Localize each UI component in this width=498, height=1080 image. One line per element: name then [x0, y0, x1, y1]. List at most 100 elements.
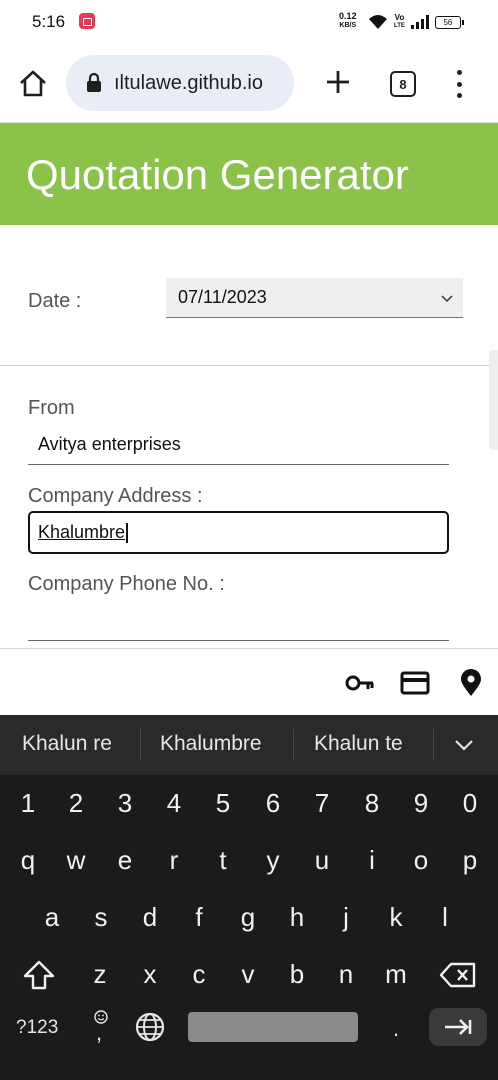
key-y[interactable]: y	[251, 832, 295, 888]
status-time: 5:16	[32, 12, 66, 31]
key-s[interactable]: s	[79, 889, 123, 945]
address-field[interactable]: Khalumbre	[28, 511, 449, 554]
scrollbar[interactable]	[489, 350, 498, 450]
autofill-bar	[0, 648, 498, 715]
key-9[interactable]: 9	[399, 775, 443, 831]
key-1[interactable]: 1	[6, 775, 50, 831]
key-v[interactable]: v	[226, 946, 270, 1002]
key-g[interactable]: g	[226, 889, 270, 945]
browser-menu-icon[interactable]	[452, 70, 466, 98]
signal-icon	[410, 15, 429, 29]
battery-icon: 56	[434, 15, 464, 29]
key-0[interactable]: 0	[448, 775, 492, 831]
key-a[interactable]: a	[30, 889, 74, 945]
key-x[interactable]: x	[128, 946, 172, 1002]
keyboard-row-1: q w e r t y u i o p	[0, 832, 498, 888]
url-text: ıltulawe.github.io	[114, 71, 263, 94]
key-7[interactable]: 7	[300, 775, 344, 831]
key-4[interactable]: 4	[152, 775, 196, 831]
key-5[interactable]: 5	[201, 775, 245, 831]
symbols-key[interactable]: ?123	[16, 1017, 58, 1039]
space-bar[interactable]	[188, 1012, 358, 1042]
suggestion-1[interactable]: Khalun re	[22, 732, 112, 756]
status-bar: 5:16 0.12 KB/S Vo LTE 56	[0, 0, 498, 44]
lock-icon	[87, 73, 101, 92]
key-6[interactable]: 6	[251, 775, 295, 831]
key-3[interactable]: 3	[103, 775, 147, 831]
keyboard-number-row: 1 2 3 4 5 6 7 8 9 0	[0, 775, 498, 831]
key-r[interactable]: r	[152, 832, 196, 888]
web-page: Quotation Generator Date : 07/11/2023 Fr…	[0, 122, 498, 648]
location-pin-icon[interactable]	[456, 669, 486, 697]
globe-icon[interactable]	[134, 1011, 166, 1043]
key-l[interactable]: l	[423, 889, 467, 945]
key-c[interactable]: c	[177, 946, 221, 1002]
phone-label: Company Phone No. :	[28, 573, 225, 595]
address-bar[interactable]: ıltulawe.github.io	[66, 55, 294, 111]
volte-icon: Vo LTE	[394, 13, 405, 30]
from-label: From	[28, 397, 75, 419]
date-input[interactable]: 07/11/2023	[166, 278, 463, 318]
section-divider	[0, 365, 498, 366]
text-caret	[126, 522, 128, 543]
browser-toolbar: ıltulawe.github.io 8	[0, 44, 498, 122]
tab-switcher-button[interactable]: 8	[390, 71, 416, 97]
key-e[interactable]: e	[103, 832, 147, 888]
date-label: Date :	[28, 290, 82, 312]
status-icons: Vo LTE 56	[368, 11, 464, 33]
key-8[interactable]: 8	[350, 775, 394, 831]
address-label: Company Address :	[28, 485, 203, 507]
suggestion-divider	[293, 729, 294, 761]
key-p[interactable]: p	[448, 832, 492, 888]
chevron-down-icon	[441, 295, 453, 303]
key-k[interactable]: k	[374, 889, 418, 945]
credit-card-icon[interactable]	[400, 669, 430, 697]
key-j[interactable]: j	[324, 889, 368, 945]
enter-key[interactable]	[429, 1008, 487, 1046]
network-speed-unit: KB/S	[339, 22, 357, 29]
key-n[interactable]: n	[324, 946, 368, 1002]
network-speed-value: 0.12	[339, 11, 357, 21]
screen-record-icon	[79, 13, 95, 29]
key-f[interactable]: f	[177, 889, 221, 945]
suggestion-strip: Khalun re Khalumbre Khalun te	[0, 715, 498, 775]
suggestion-2[interactable]: Khalumbre	[160, 732, 262, 756]
page-title: Quotation Generator	[26, 151, 409, 198]
key-b[interactable]: b	[275, 946, 319, 1002]
key-h[interactable]: h	[275, 889, 319, 945]
wifi-icon	[369, 15, 387, 29]
key-z[interactable]: z	[78, 946, 122, 1002]
key-o[interactable]: o	[399, 832, 443, 888]
keyboard-row-3: z x c v b n m	[0, 946, 498, 1002]
key-q[interactable]: q	[6, 832, 50, 888]
phone-field[interactable]	[28, 601, 449, 641]
keyboard-row-2: a s d f g h j k l	[0, 889, 498, 945]
suggestion-divider	[140, 729, 141, 761]
from-value: Avitya enterprises	[38, 434, 181, 454]
next-arrow-icon	[445, 1019, 472, 1035]
date-value: 07/11/2023	[178, 287, 267, 307]
key-t[interactable]: t	[201, 832, 245, 888]
chevron-down-icon[interactable]	[453, 737, 475, 753]
battery-level: 56	[443, 17, 453, 27]
network-speed: 0.12 KB/S	[339, 12, 357, 30]
from-field[interactable]: Avitya enterprises	[28, 425, 449, 465]
new-tab-icon[interactable]	[324, 68, 352, 96]
comma-key[interactable]: ,	[96, 1020, 102, 1046]
address-value: Khalumbre	[38, 522, 126, 542]
tab-count: 8	[399, 76, 407, 92]
home-icon[interactable]	[18, 68, 48, 98]
period-key[interactable]: .	[393, 1016, 399, 1042]
suggestion-divider	[433, 729, 434, 761]
header-banner: Quotation Generator	[0, 122, 498, 225]
key-w[interactable]: w	[54, 832, 98, 888]
key-u[interactable]: u	[300, 832, 344, 888]
key-i[interactable]: i	[350, 832, 394, 888]
shift-icon[interactable]	[22, 959, 56, 991]
key-icon[interactable]	[344, 669, 374, 697]
key-d[interactable]: d	[128, 889, 172, 945]
backspace-icon[interactable]	[439, 962, 477, 988]
suggestion-3[interactable]: Khalun te	[314, 732, 403, 756]
key-2[interactable]: 2	[54, 775, 98, 831]
key-m[interactable]: m	[374, 946, 418, 1002]
